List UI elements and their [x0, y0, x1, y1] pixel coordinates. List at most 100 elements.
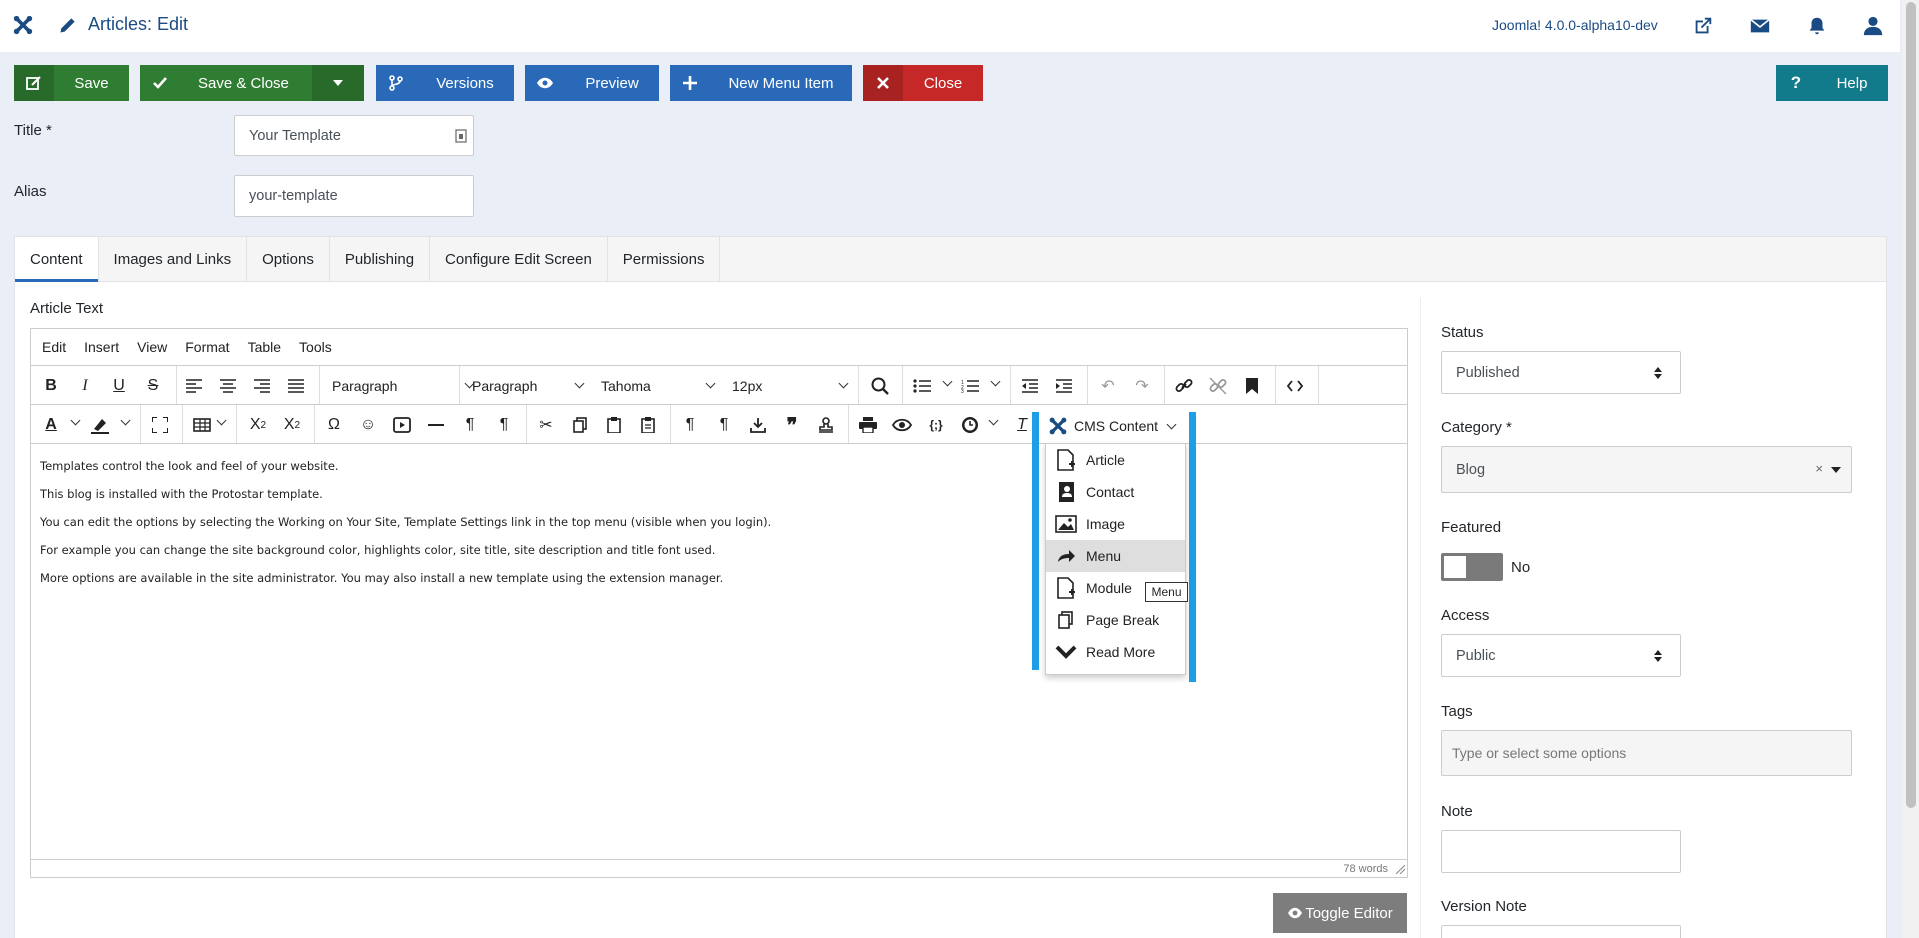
emoticons-icon[interactable]: ☺ — [356, 413, 380, 437]
text-color-icon[interactable]: A — [39, 413, 63, 437]
code-icon[interactable] — [1283, 374, 1307, 398]
tab-images-and-links[interactable]: Images and Links — [99, 237, 248, 282]
insert-icon[interactable] — [746, 413, 770, 437]
strikethrough-icon[interactable]: S — [141, 374, 165, 398]
bullet-list-icon[interactable] — [910, 374, 934, 398]
special-character-icon[interactable]: Ω — [322, 413, 346, 437]
menu-item-contact[interactable]: Contact — [1046, 476, 1185, 508]
clear-formatting-icon[interactable]: T — [1010, 413, 1034, 437]
file-plus-icon — [1046, 577, 1086, 599]
version-link[interactable]: Joomla! 4.0.0-alpha10-dev — [1492, 17, 1658, 33]
highlight-color-icon[interactable] — [88, 413, 112, 437]
menu-format[interactable]: Format — [185, 339, 229, 355]
numbered-list-icon[interactable]: 123 — [958, 374, 982, 398]
tab-options[interactable]: Options — [247, 237, 330, 282]
italic-icon[interactable]: I — [73, 374, 97, 398]
subscript-icon[interactable]: X2 — [246, 413, 270, 437]
superscript-icon[interactable]: X2 — [280, 413, 304, 437]
print-icon[interactable] — [856, 413, 880, 437]
blockquote-icon[interactable]: ❞ — [780, 413, 804, 437]
indent-icon[interactable] — [1052, 374, 1076, 398]
page-scrollbar[interactable] — [1902, 0, 1919, 938]
save-options-dropdown-toggle[interactable] — [312, 65, 364, 101]
content-paragraph: More options are available in the site a… — [40, 571, 724, 585]
template-icon[interactable]: {;} — [924, 413, 948, 437]
save-close-button[interactable]: Save & Close — [140, 65, 364, 101]
tags-input[interactable]: Type or select some options — [1441, 730, 1852, 776]
font-size-select[interactable]: 12px — [732, 374, 852, 398]
unlink-icon[interactable] — [1206, 374, 1230, 398]
menu-item-image[interactable]: Image — [1046, 508, 1185, 540]
menu-view[interactable]: View — [137, 339, 167, 355]
menu-item-read-more[interactable]: Read More — [1046, 636, 1185, 668]
contact-card-icon — [1046, 481, 1086, 503]
link-icon[interactable] — [1172, 374, 1196, 398]
tab-publishing[interactable]: Publishing — [330, 237, 431, 282]
category-select[interactable]: Blog × — [1441, 446, 1852, 493]
menu-insert[interactable]: Insert — [84, 339, 119, 355]
menu-item-menu[interactable]: Menu — [1046, 540, 1185, 572]
copy-icon[interactable] — [568, 413, 592, 437]
versions-button[interactable]: Versions — [376, 65, 514, 101]
clear-icon[interactable]: × — [1815, 461, 1823, 476]
alias-input[interactable]: your-template — [234, 175, 474, 217]
tab-configure-edit-screen[interactable]: Configure Edit Screen — [430, 237, 608, 282]
new-menu-item-button[interactable]: New Menu Item — [670, 65, 852, 101]
close-button[interactable]: Close — [863, 65, 983, 101]
toggle-editor-button[interactable]: Toggle Editor — [1273, 893, 1407, 933]
undo-icon[interactable]: ↶ — [1096, 374, 1120, 398]
table-icon[interactable] — [190, 413, 214, 437]
help-button[interactable]: ? Help — [1776, 65, 1888, 101]
align-justify-icon[interactable] — [284, 374, 308, 398]
align-left-icon[interactable] — [182, 374, 206, 398]
editor-content[interactable]: Templates control the look and feel of y… — [40, 452, 1040, 592]
version-note-input[interactable] — [1441, 925, 1681, 938]
rtl-icon[interactable]: ¶ — [492, 413, 516, 437]
note-input[interactable] — [1441, 830, 1681, 873]
menu-table[interactable]: Table — [248, 339, 281, 355]
block-format-select[interactable]: Paragraph — [332, 374, 475, 398]
status-select[interactable]: Published — [1441, 351, 1681, 394]
access-select[interactable]: Public — [1441, 634, 1681, 677]
preview-button[interactable]: Preview — [525, 65, 659, 101]
joomla-logo-icon[interactable] — [12, 14, 34, 36]
menu-tools[interactable]: Tools — [299, 339, 332, 355]
font-family-select[interactable]: Tahoma — [601, 374, 721, 398]
title-input[interactable]: Your Template — [234, 115, 474, 156]
show-blocks-icon[interactable]: ¶ — [678, 413, 702, 437]
fullscreen-icon[interactable] — [148, 413, 172, 437]
media-icon[interactable] — [390, 413, 414, 437]
ltr-icon[interactable]: ¶ — [458, 413, 482, 437]
menu-edit[interactable]: Edit — [42, 339, 66, 355]
user-icon[interactable] — [1862, 15, 1884, 37]
external-link-icon[interactable] — [1692, 15, 1714, 37]
bold-icon[interactable]: B — [39, 374, 63, 398]
preview-icon[interactable] — [890, 413, 914, 437]
redo-icon[interactable]: ↷ — [1130, 374, 1154, 398]
underline-icon[interactable]: U — [107, 374, 131, 398]
paragraph-format-select[interactable]: Paragraph — [472, 374, 602, 398]
outdent-icon[interactable] — [1018, 374, 1042, 398]
align-center-icon[interactable] — [216, 374, 240, 398]
visual-chars-icon[interactable]: ¶ — [712, 413, 736, 437]
tab-content[interactable]: Content — [15, 237, 99, 282]
resize-handle-icon[interactable] — [1396, 865, 1405, 874]
featured-toggle[interactable] — [1441, 553, 1503, 581]
copy-pages-icon — [1046, 611, 1086, 629]
align-right-icon[interactable] — [250, 374, 274, 398]
bookmark-icon[interactable] — [1240, 374, 1264, 398]
cut-icon[interactable]: ✂ — [534, 413, 558, 437]
bell-icon[interactable] — [1806, 15, 1828, 37]
horizontal-rule-icon[interactable] — [424, 413, 448, 437]
stamp-icon[interactable] — [814, 413, 838, 437]
search-icon[interactable] — [868, 374, 892, 398]
paste-text-icon[interactable] — [636, 413, 660, 437]
paste-icon[interactable] — [602, 413, 626, 437]
cms-content-button[interactable]: CMS Content — [1042, 413, 1182, 439]
mail-icon[interactable] — [1749, 15, 1771, 37]
tab-permissions[interactable]: Permissions — [608, 237, 721, 282]
menu-item-article[interactable]: Article — [1046, 444, 1185, 476]
clock-icon[interactable] — [958, 413, 982, 437]
menu-item-page-break[interactable]: Page Break — [1046, 604, 1185, 636]
save-button[interactable]: Save — [14, 65, 129, 101]
